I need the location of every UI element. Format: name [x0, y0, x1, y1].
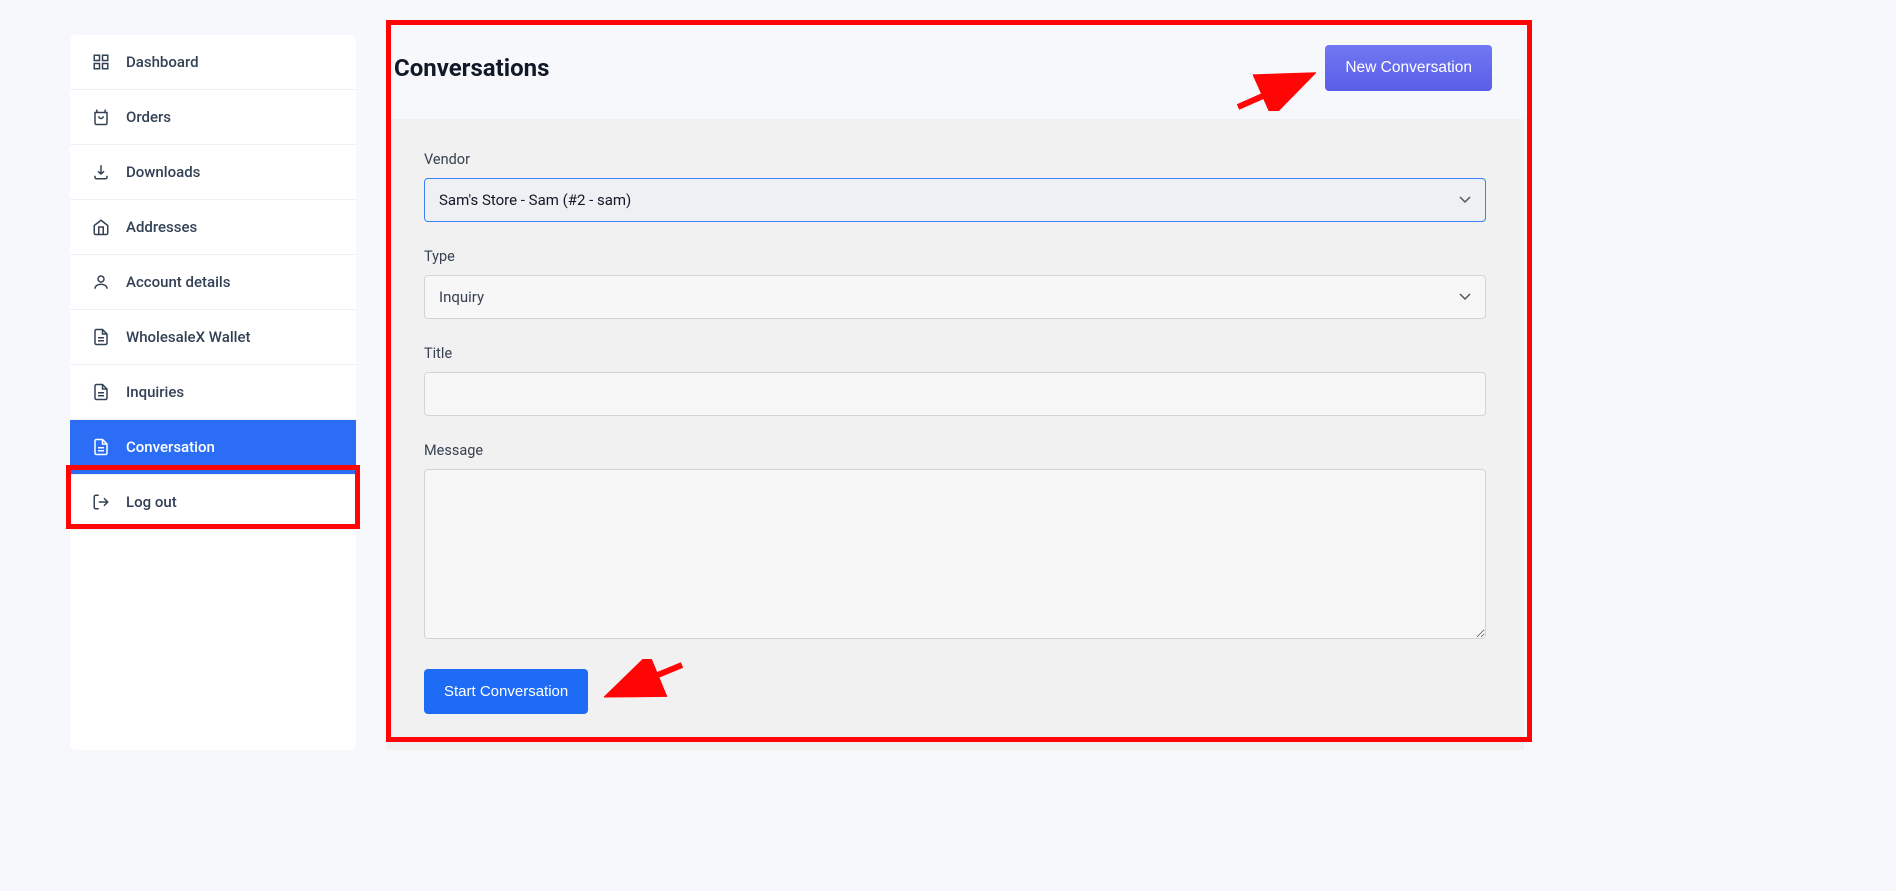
bag-icon	[92, 108, 110, 126]
sidebar-item-label: Dashboard	[126, 53, 199, 71]
start-conversation-button[interactable]: Start Conversation	[424, 669, 588, 714]
conversation-form: Vendor Sam's Store - Sam (#2 - sam) Type…	[386, 119, 1524, 750]
sidebar-item-inquiries[interactable]: Inquiries	[70, 365, 356, 420]
sidebar-item-logout[interactable]: Log out	[70, 475, 356, 530]
file-icon	[92, 438, 110, 456]
sidebar-item-label: WholesaleX Wallet	[126, 328, 251, 346]
sidebar-item-label: Log out	[126, 493, 177, 511]
file-icon	[92, 328, 110, 346]
type-select[interactable]: Inquiry	[424, 275, 1486, 319]
grid-icon	[92, 53, 110, 71]
logout-icon	[92, 493, 110, 511]
main-panel: Conversations New Conversation Vendor Sa…	[386, 35, 1896, 750]
sidebar-item-label: Inquiries	[126, 383, 184, 401]
download-icon	[92, 163, 110, 181]
sidebar-item-label: Addresses	[126, 218, 197, 236]
page-title: Conversations	[394, 54, 549, 82]
sidebar-item-label: Downloads	[126, 163, 200, 181]
sidebar-item-orders[interactable]: Orders	[70, 90, 356, 145]
user-icon	[92, 273, 110, 291]
title-input[interactable]	[424, 372, 1486, 416]
type-label: Type	[424, 248, 1486, 265]
sidebar-item-dashboard[interactable]: Dashboard	[70, 35, 356, 90]
message-label: Message	[424, 442, 1486, 459]
message-textarea[interactable]	[424, 469, 1486, 639]
home-icon	[92, 218, 110, 236]
vendor-select[interactable]: Sam's Store - Sam (#2 - sam)	[424, 178, 1486, 222]
vendor-label: Vendor	[424, 151, 1486, 168]
sidebar-item-label: Orders	[126, 108, 171, 126]
file-icon	[92, 383, 110, 401]
sidebar-item-downloads[interactable]: Downloads	[70, 145, 356, 200]
new-conversation-button[interactable]: New Conversation	[1325, 45, 1492, 91]
sidebar-item-conversation[interactable]: Conversation	[70, 420, 356, 475]
sidebar-item-label: Account details	[126, 273, 230, 291]
sidebar-item-addresses[interactable]: Addresses	[70, 200, 356, 255]
sidebar: Dashboard Orders Downloads Addresses Acc…	[70, 35, 356, 750]
sidebar-item-account-details[interactable]: Account details	[70, 255, 356, 310]
sidebar-item-label: Conversation	[126, 438, 215, 456]
sidebar-item-wholesalex-wallet[interactable]: WholesaleX Wallet	[70, 310, 356, 365]
title-label: Title	[424, 345, 1486, 362]
